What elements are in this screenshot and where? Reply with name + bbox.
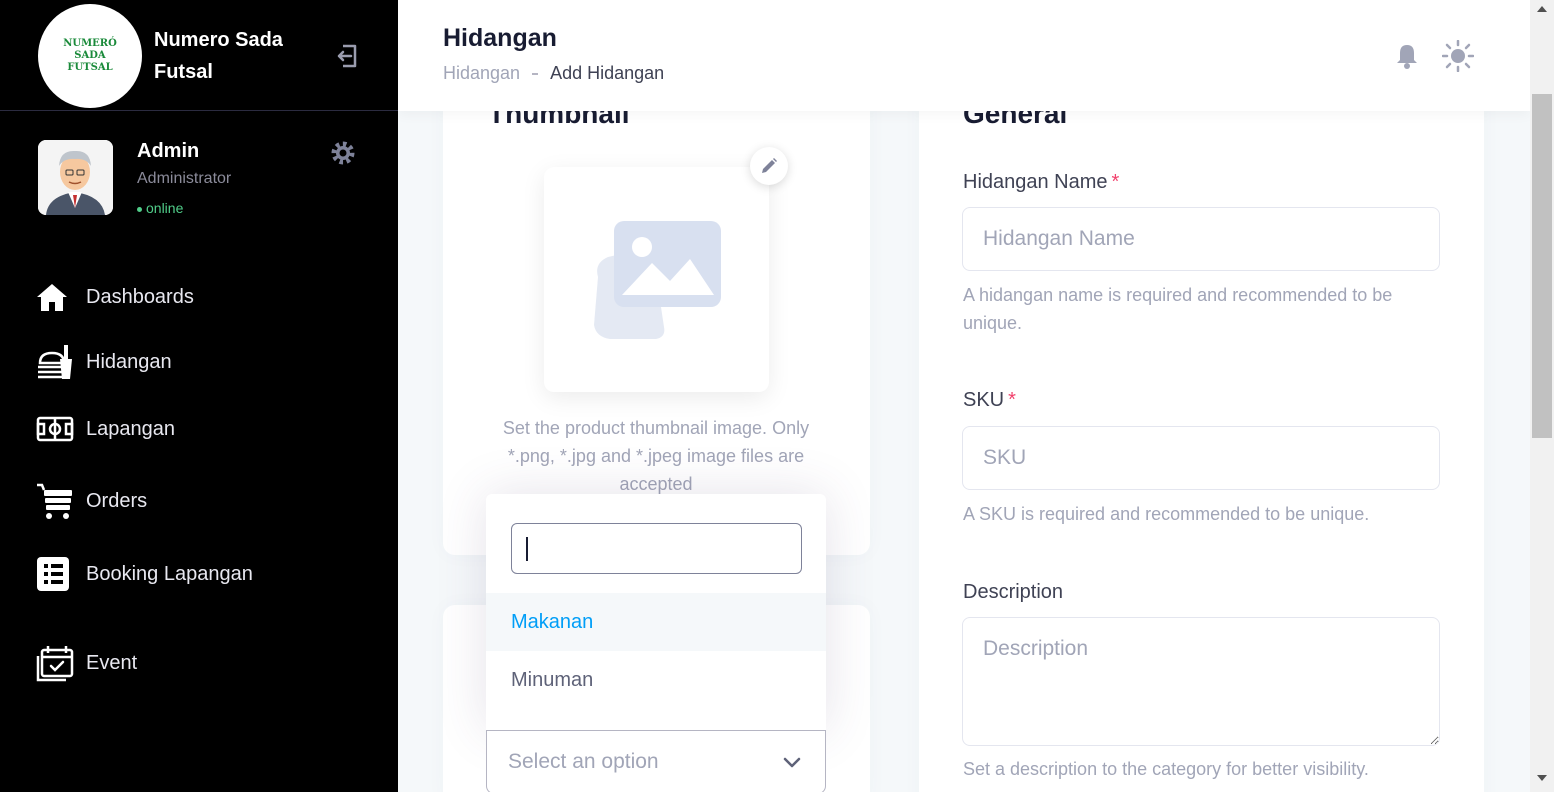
sidebar-item-event[interactable]: Event	[36, 643, 137, 683]
home-icon	[36, 277, 74, 317]
scroll-down-arrow-icon[interactable]	[1537, 775, 1547, 781]
page-scrollbar[interactable]	[1530, 0, 1554, 792]
sidebar-item-label: Booking Lapangan	[86, 562, 253, 585]
description-textarea[interactable]	[962, 617, 1440, 746]
hidangan-name-hint: A hidangan name is required and recommen…	[963, 285, 1393, 333]
description-hint: Set a description to the category for be…	[963, 759, 1369, 779]
user-status: online	[137, 200, 183, 216]
breadcrumb-link[interactable]: Hidangan	[443, 63, 520, 84]
thumbnail-hint: Set the product thumbnail image. Only *.…	[502, 418, 810, 494]
list-icon	[36, 554, 74, 594]
dropdown-option-minuman[interactable]: Minuman	[486, 651, 826, 709]
calendar-icon	[36, 643, 74, 683]
required-mark: *	[1111, 171, 1120, 193]
gear-icon[interactable]	[328, 138, 358, 168]
sidebar-item-label: Orders	[86, 489, 148, 512]
brand-logo-text: NUMERÓ SADA FUTSAL	[63, 38, 117, 73]
brand: NUMERÓ SADA FUTSAL Numero Sada Futsal	[0, 0, 398, 111]
breadcrumb-current: Add Hidangan	[550, 63, 665, 83]
sku-label: SKU *	[963, 389, 1016, 412]
category-dropdown: Makanan Minuman	[486, 494, 826, 730]
pencil-icon[interactable]	[750, 147, 788, 185]
page-title: Hidangan	[443, 24, 557, 52]
dropdown-option-makanan[interactable]: Makanan	[486, 593, 826, 651]
user-role: Administrator	[137, 170, 232, 187]
sidebar-item-dashboards[interactable]: Dashboards	[36, 277, 194, 317]
page-header: Hidangan Hidangan Add Hidangan	[398, 0, 1530, 111]
food-icon	[36, 342, 74, 382]
image-placeholder-icon	[594, 221, 721, 339]
sidebar-item-hidangan[interactable]: Hidangan	[36, 342, 172, 382]
sidebar-item-label: Hidangan	[86, 350, 172, 373]
sidebar-item-label: Event	[86, 651, 138, 674]
description-label: Description	[963, 581, 1064, 603]
user-name: Admin	[137, 140, 200, 162]
sun-icon[interactable]	[1441, 39, 1475, 73]
hidangan-name-label-text: Hidangan Name	[963, 171, 1108, 193]
user-status-label: online	[146, 200, 184, 216]
scroll-up-arrow-icon[interactable]	[1537, 6, 1547, 12]
brand-logo[interactable]: NUMERÓ SADA FUTSAL	[38, 4, 142, 108]
sidebar-item-booking-lapangan[interactable]: Booking Lapangan	[36, 554, 253, 594]
brand-name: Numero Sada Futsal	[154, 29, 283, 83]
avatar[interactable]	[38, 140, 113, 215]
sidebar-item-orders[interactable]: Orders	[36, 481, 147, 521]
sku-hint: A SKU is required and recommended to be …	[963, 504, 1370, 524]
sidebar-item-label: Lapangan	[86, 417, 175, 440]
breadcrumb-separator	[532, 72, 539, 75]
sidebar-item-label: Dashboards	[86, 285, 194, 308]
bell-icon[interactable]	[1395, 43, 1419, 69]
sidebar-collapse-icon[interactable]	[333, 42, 361, 70]
thumbnail-image[interactable]	[544, 167, 769, 392]
sku-input[interactable]	[962, 426, 1440, 490]
required-mark: *	[1008, 389, 1016, 411]
hidangan-name-label: Hidangan Name *	[963, 171, 1119, 194]
text-cursor	[526, 537, 528, 561]
status-dot	[137, 206, 142, 212]
category-select[interactable]: Select an option	[486, 730, 826, 792]
scrollbar-thumb[interactable]	[1532, 94, 1552, 438]
sku-label-text: SKU	[963, 389, 1005, 411]
field-icon	[36, 409, 74, 449]
sidebar-item-lapangan[interactable]: Lapangan	[36, 409, 175, 449]
cart-icon	[36, 481, 74, 521]
sidebar: NUMERÓ SADA FUTSAL Numero Sada Futsal Admi…	[0, 0, 398, 792]
dropdown-search-input[interactable]	[511, 523, 802, 574]
chevron-down-icon	[782, 754, 802, 770]
hidangan-name-input[interactable]	[962, 207, 1440, 271]
select-placeholder: Select an option	[508, 750, 659, 773]
breadcrumb: Hidangan Add Hidangan	[443, 63, 664, 84]
